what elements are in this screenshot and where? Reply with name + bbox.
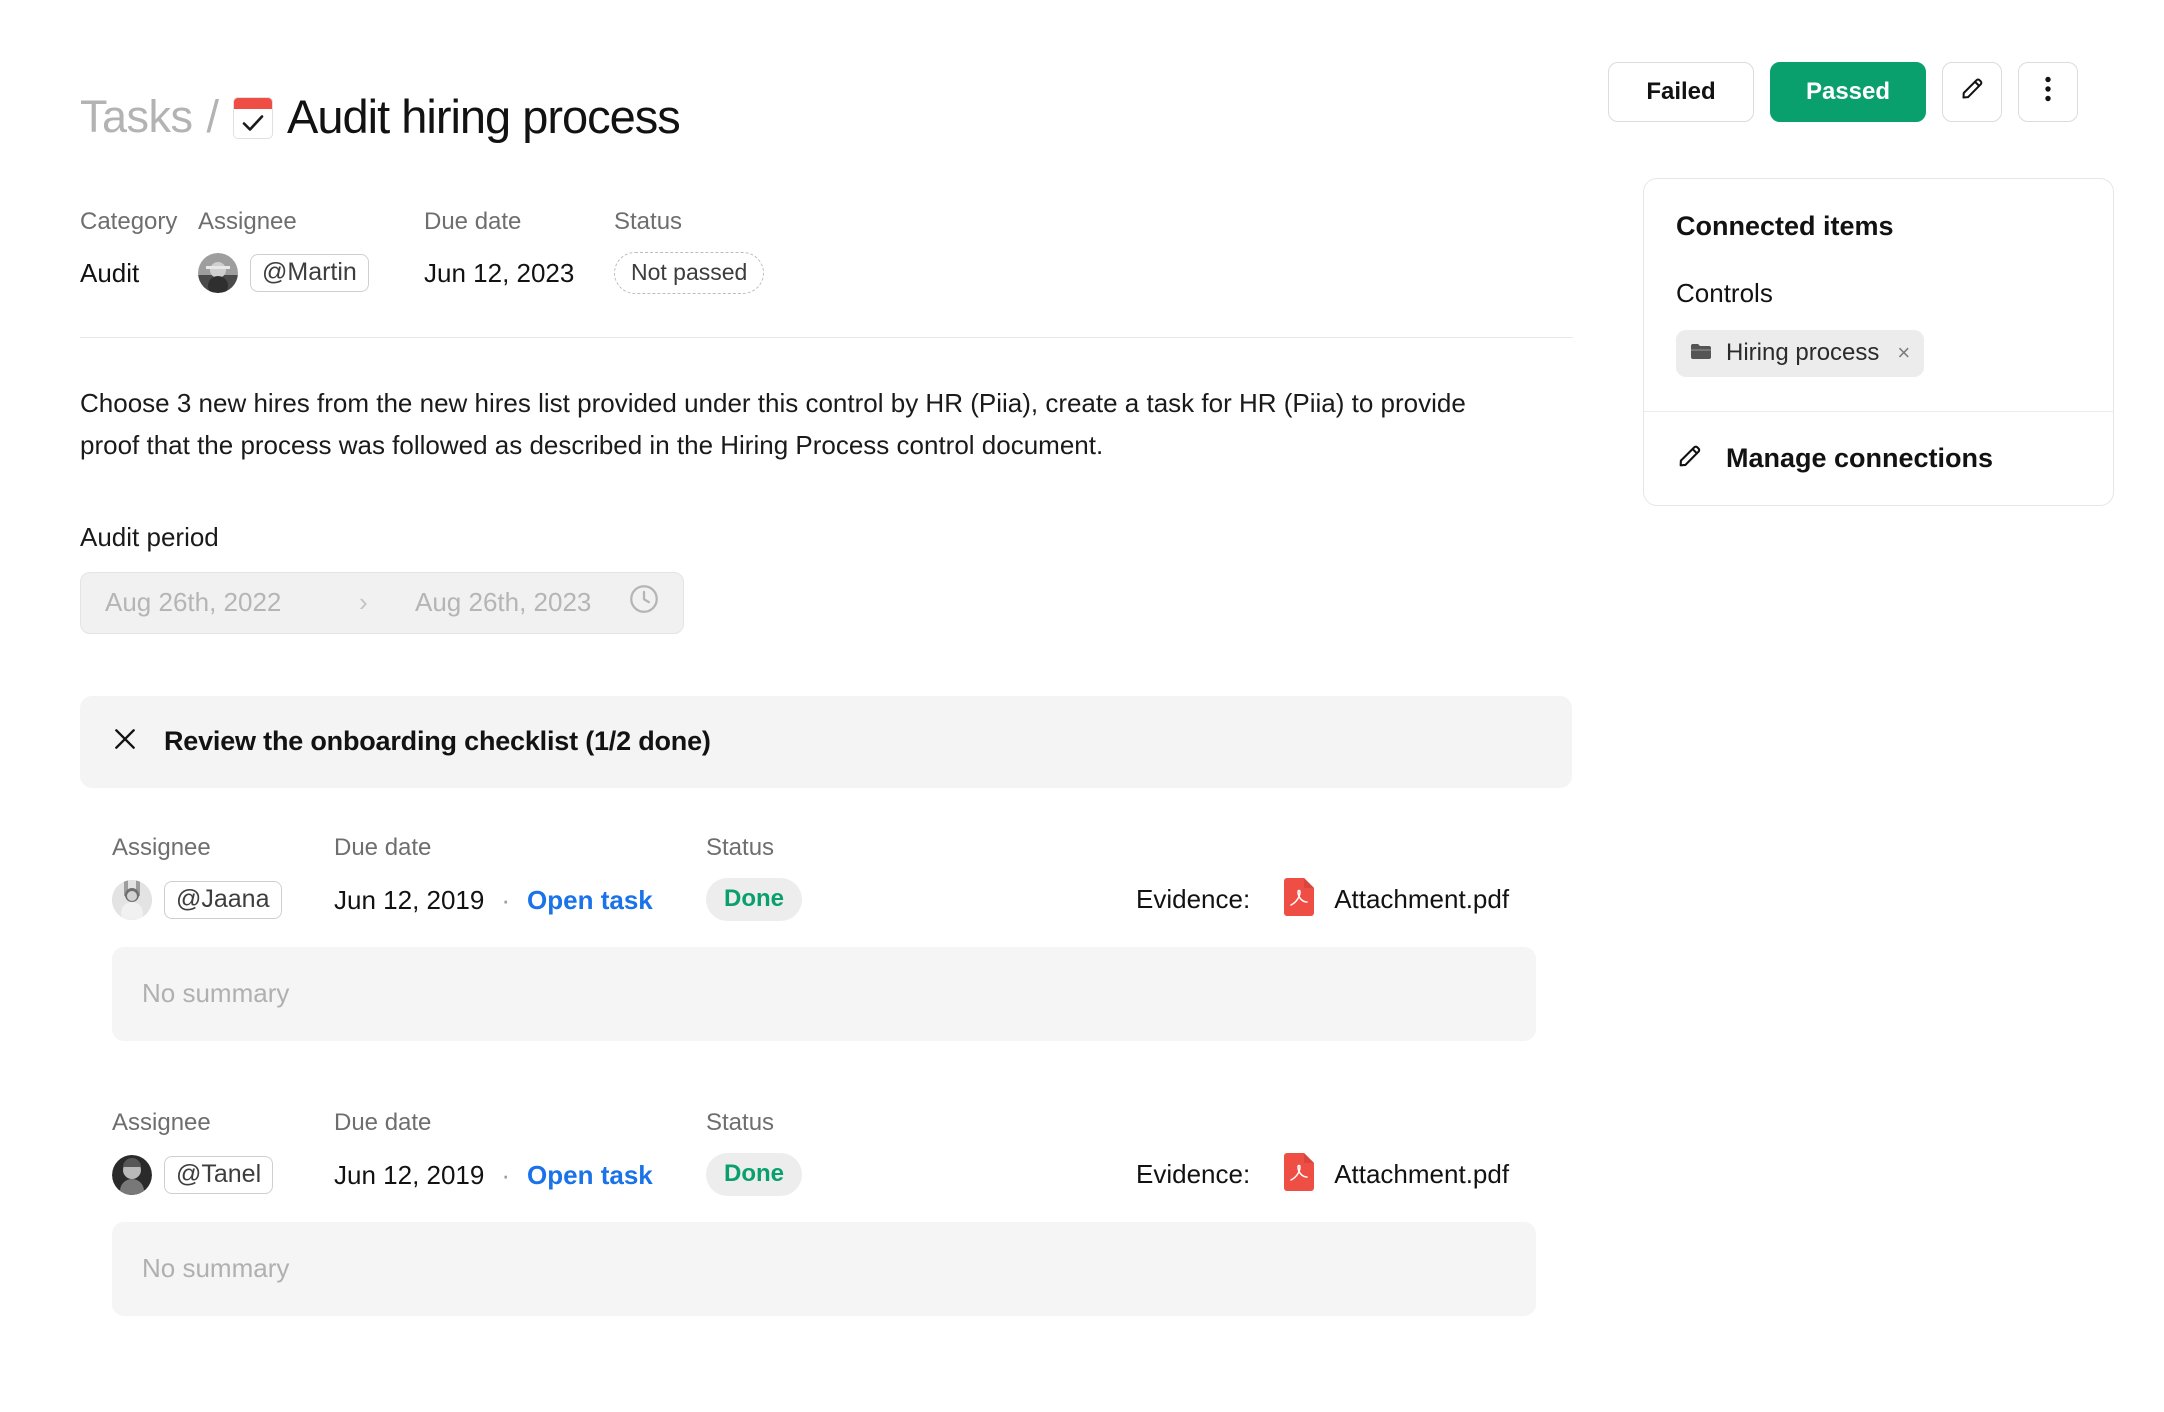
assignee-mention[interactable]: @Martin	[250, 253, 369, 292]
subtask-due-date: Due date Jun 12, 2019 · Open task	[334, 1108, 706, 1196]
subtask-assignee: Assignee @Jaana	[112, 833, 334, 921]
avatar	[112, 1154, 152, 1195]
open-task-link[interactable]: Open task	[527, 887, 653, 913]
clock-icon	[627, 582, 661, 623]
subtask-status-label: Status	[706, 833, 775, 861]
subtask-due-date-label: Due date	[334, 833, 432, 861]
connected-items-group-label: Controls	[1676, 278, 1773, 308]
subtask-assignee-label: Assignee	[112, 833, 211, 861]
manage-connections-label: Manage connections	[1726, 443, 1994, 473]
subtask-assignee-value-wrap: @Tanel	[112, 1154, 334, 1196]
subtask-meta-row: Assignee @Jaana Due date Jun 12, 2019 · …	[112, 833, 2164, 922]
subtask-evidence: Evidence: Attachment.pdf	[1136, 877, 1509, 921]
subtask-due-date-value-wrap: Jun 12, 2019 · Open task	[334, 879, 706, 921]
connected-control-chip[interactable]: Hiring process ×	[1676, 330, 1925, 377]
meta-assignee-value-wrap: @Martin	[198, 252, 424, 293]
subtask-item: Assignee @Tanel Due date Jun 12, 2019 · …	[112, 1108, 2164, 1316]
remove-chip-icon[interactable]: ×	[1897, 340, 1910, 366]
evidence-label: Evidence:	[1136, 883, 1251, 914]
summary-placeholder: No summary	[142, 978, 290, 1009]
task-description: Choose 3 new hires from the new hires li…	[80, 387, 1466, 460]
pencil-icon	[1676, 442, 1704, 475]
pdf-file-icon	[1282, 1152, 1316, 1196]
subtask-assignee-mention[interactable]: @Tanel	[164, 1155, 274, 1194]
summary-placeholder: No summary	[142, 1253, 290, 1284]
subtask-due-date-value-wrap: Jun 12, 2019 · Open task	[334, 1154, 706, 1196]
connected-items-title: Connected items	[1676, 211, 1894, 241]
subtask-due-date-label: Due date	[334, 1108, 432, 1136]
open-task-link[interactable]: Open task	[527, 1162, 653, 1188]
status-badge: Done	[706, 878, 802, 922]
meta-due-date-value: Jun 12, 2023	[424, 257, 575, 288]
page-header: Tasks / Audit hiring process Failed Pass…	[0, 0, 2164, 172]
pencil-icon	[1959, 75, 1986, 109]
meta-assignee: Assignee @Martin	[198, 207, 424, 293]
subtask-status-label: Status	[706, 1108, 775, 1136]
separator-dot: ·	[501, 1159, 511, 1190]
header-divider	[80, 336, 1573, 338]
more-vertical-icon	[2044, 75, 2052, 110]
manage-connections-button[interactable]: Manage connections	[1644, 411, 2113, 505]
close-x-icon[interactable]	[112, 726, 138, 757]
status-badge: Not passed	[614, 251, 765, 294]
subtask-assignee-mention[interactable]: @Jaana	[164, 880, 282, 919]
subtask-due-date-value: Jun 12, 2019	[334, 1159, 485, 1190]
subtask-item: Assignee @Jaana Due date Jun 12, 2019 · …	[112, 833, 2164, 1041]
meta-due-date: Due date Jun 12, 2023	[424, 207, 614, 293]
avatar	[112, 879, 152, 920]
subtask-status-value-wrap: Done	[706, 1153, 1136, 1197]
header-actions: Failed Passed	[1608, 62, 2078, 122]
page-title: Audit hiring process	[287, 90, 681, 144]
attachment-link[interactable]: Attachment.pdf	[1334, 1159, 1509, 1190]
meta-status-value-wrap: Not passed	[614, 251, 834, 294]
checklist-title: Review the onboarding checklist (1/2 don…	[164, 726, 711, 757]
status-badge: Done	[706, 1153, 802, 1197]
subtask-evidence: Evidence: Attachment.pdf	[1136, 1152, 1509, 1196]
meta-status: Status Not passed	[614, 207, 834, 294]
meta-due-date-label: Due date	[424, 207, 522, 235]
task-detail-page: Tasks / Audit hiring process Failed Pass…	[0, 0, 2164, 1316]
chevron-right-icon: ›	[359, 587, 368, 618]
breadcrumb-tasks-link[interactable]: Tasks	[80, 94, 193, 139]
subtask-due-date: Due date Jun 12, 2019 · Open task	[334, 833, 706, 921]
audit-period-end[interactable]: Aug 26th, 2023	[415, 587, 627, 618]
task-card-icon-bar	[234, 97, 273, 109]
avatar	[198, 252, 238, 293]
audit-period-start[interactable]: Aug 26th, 2022	[105, 587, 359, 618]
meta-category: Category Audit	[80, 207, 198, 293]
edit-button[interactable]	[1942, 62, 2002, 122]
checklist-header[interactable]: Review the onboarding checklist (1/2 don…	[80, 695, 1572, 788]
breadcrumb: Tasks / Audit hiring process	[80, 62, 681, 172]
attachment-link[interactable]: Attachment.pdf	[1334, 884, 1509, 915]
failed-button[interactable]: Failed	[1608, 62, 1754, 122]
connected-items-card: Connected items Controls Hiring process …	[1643, 178, 2114, 506]
subtask-assignee-value-wrap: @Jaana	[112, 879, 334, 921]
summary-input[interactable]: No summary	[112, 1221, 1536, 1316]
task-card-icon	[233, 96, 274, 139]
subtask-status: Status Done	[706, 1108, 1136, 1197]
subtask-assignee: Assignee @Tanel	[112, 1108, 334, 1196]
subtask-meta-row: Assignee @Tanel Due date Jun 12, 2019 · …	[112, 1108, 2164, 1197]
meta-category-label: Category	[80, 207, 178, 235]
subtask-due-date-value: Jun 12, 2019	[334, 884, 485, 915]
breadcrumb-separator: /	[206, 91, 220, 143]
subtask-status: Status Done	[706, 833, 1136, 922]
meta-assignee-label: Assignee	[198, 207, 297, 235]
pdf-file-icon	[1282, 877, 1316, 921]
task-card-icon-check	[234, 109, 272, 138]
audit-period-range-input[interactable]: Aug 26th, 2022 › Aug 26th, 2023	[80, 571, 684, 634]
folder-icon	[1690, 339, 1712, 367]
audit-period-label: Audit period	[80, 521, 219, 552]
more-options-button[interactable]	[2018, 62, 2078, 122]
subtask-assignee-label: Assignee	[112, 1108, 211, 1136]
connected-control-chip-label: Hiring process	[1726, 339, 1880, 366]
meta-status-label: Status	[614, 207, 683, 235]
summary-input[interactable]: No summary	[112, 946, 1536, 1041]
subtask-status-value-wrap: Done	[706, 878, 1136, 922]
passed-button[interactable]: Passed	[1770, 62, 1926, 122]
meta-category-value: Audit	[80, 257, 140, 288]
connected-items-body: Connected items Controls Hiring process …	[1644, 179, 2113, 411]
separator-dot: ·	[501, 884, 511, 915]
evidence-label: Evidence:	[1136, 1158, 1251, 1189]
